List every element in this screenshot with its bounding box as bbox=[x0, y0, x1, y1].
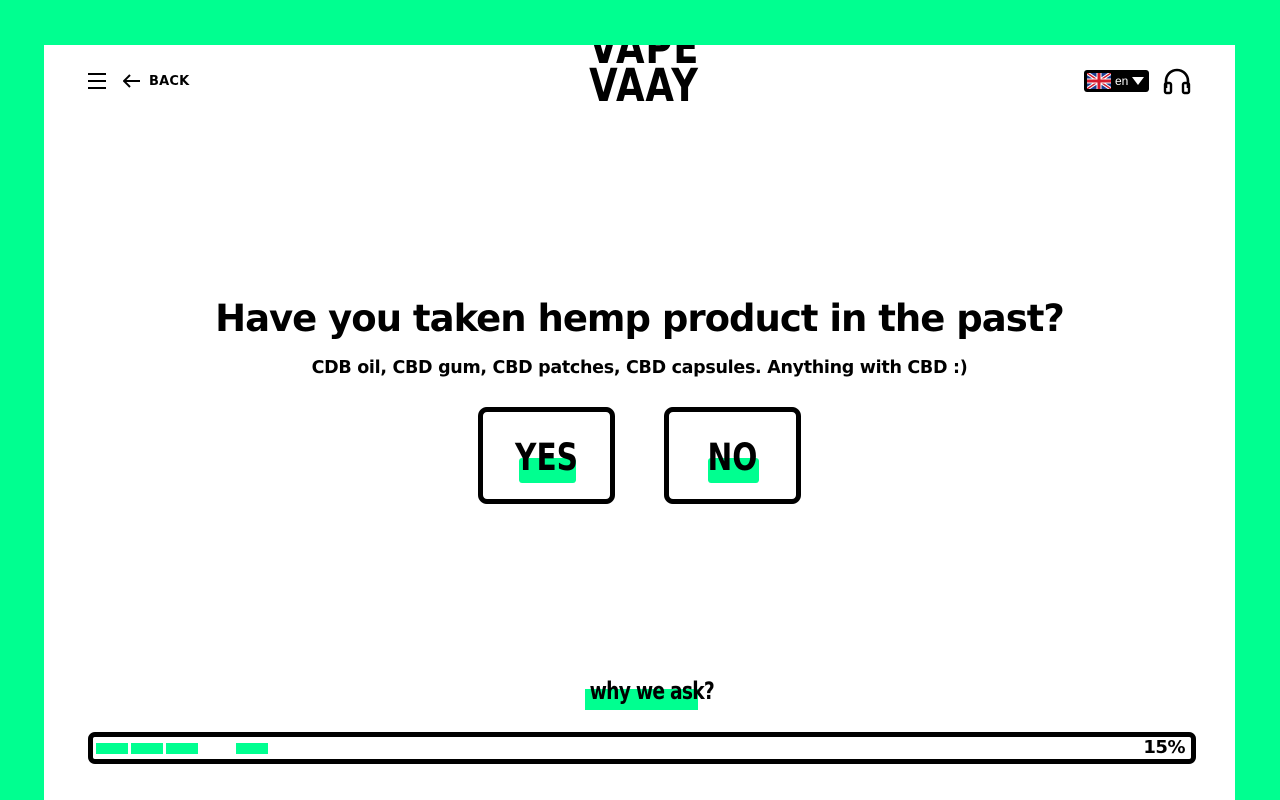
hamburger-menu-icon[interactable] bbox=[88, 73, 106, 89]
progress-percent: 15% bbox=[1143, 737, 1185, 758]
progress-segment bbox=[96, 743, 128, 754]
chevron-down-icon bbox=[1132, 77, 1145, 85]
language-label: en bbox=[1115, 74, 1129, 88]
arrow-left-icon bbox=[123, 74, 140, 88]
why-we-ask-label: why we ask? bbox=[589, 677, 715, 705]
page-panel: BACK VAPE VAAY en Have you taken hemp pr… bbox=[44, 45, 1235, 800]
why-we-ask-link[interactable]: why we ask? bbox=[585, 677, 715, 710]
yes-label: YES bbox=[515, 436, 578, 479]
question-title: Have you taken hemp product in the past? bbox=[215, 297, 1065, 340]
uk-flag-icon bbox=[1087, 73, 1111, 89]
language-select[interactable]: en bbox=[1084, 70, 1149, 92]
logo-line-2: VAAY bbox=[589, 59, 699, 112]
no-label: NO bbox=[707, 436, 758, 479]
back-button[interactable]: BACK bbox=[123, 71, 189, 91]
progress-segment bbox=[236, 743, 268, 754]
progress-bar: 15% bbox=[88, 732, 1196, 764]
question-subtitle: CDB oil, CBD gum, CBD patches, CBD capsu… bbox=[311, 358, 968, 378]
headphones-icon[interactable] bbox=[1163, 67, 1191, 95]
progress-segment bbox=[166, 743, 198, 754]
yes-button[interactable]: YES bbox=[478, 407, 615, 504]
logo: VAPE VAAY bbox=[589, 45, 699, 112]
back-label: BACK bbox=[149, 73, 190, 89]
progress-segment bbox=[131, 743, 163, 754]
no-button[interactable]: NO bbox=[664, 407, 801, 504]
